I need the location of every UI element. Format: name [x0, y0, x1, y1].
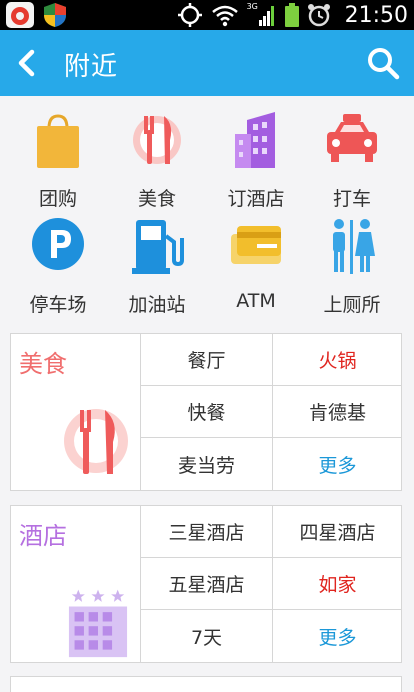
food-card-title: 美食 — [19, 350, 67, 378]
food-option-kfc[interactable]: 肯德基 — [272, 386, 402, 438]
hotel-more-link[interactable]: 更多 — [272, 610, 402, 662]
shortcut-group-buy[interactable]: 团购 — [8, 110, 108, 210]
shopping-bag-icon — [37, 114, 79, 168]
shortcut-label: 上厕所 — [323, 294, 381, 316]
parking-icon — [32, 218, 84, 270]
security-shield-icon — [44, 3, 66, 27]
shortcut-label: 停车场 — [29, 294, 87, 316]
shortcut-label: ATM — [236, 290, 276, 312]
food-option-restaurant[interactable]: 餐厅 — [141, 334, 272, 386]
food-category-card: 美食 餐厅 火锅 快餐 肯德基 麦当劳 更多 — [10, 333, 402, 491]
hotel-option-four-star[interactable]: 四星酒店 — [272, 506, 402, 558]
gps-icon — [177, 3, 202, 27]
hotel-card-title: 酒店 — [19, 522, 67, 550]
taxi-icon — [327, 114, 377, 162]
hotel-card-header[interactable]: 酒店 — [11, 506, 141, 662]
alarm-clock-icon — [307, 4, 330, 27]
shortcut-atm[interactable]: ATM — [206, 216, 306, 316]
shortcut-restroom[interactable]: 上厕所 — [302, 216, 402, 316]
battery-icon — [284, 3, 299, 27]
building-icon — [235, 112, 275, 168]
cutlery-illustration-icon — [64, 409, 128, 474]
shortcut-gas-station[interactable]: 加油站 — [107, 216, 207, 316]
restroom-icon — [333, 219, 375, 274]
food-option-hotpot[interactable]: 火锅 — [272, 334, 402, 386]
shortcut-label: 团购 — [38, 188, 77, 210]
notification-sync-icon — [6, 2, 34, 28]
gas-station-icon — [132, 220, 184, 274]
hotel-building-illustration-icon — [68, 589, 128, 658]
cutlery-icon — [133, 116, 181, 164]
shortcut-hotel[interactable]: 订酒店 — [206, 110, 306, 210]
hotel-option-three-star[interactable]: 三星酒店 — [141, 506, 272, 558]
next-category-card — [10, 676, 402, 692]
title-bar: 附近 — [0, 30, 414, 96]
search-icon[interactable] — [366, 46, 400, 80]
food-card-header[interactable]: 美食 — [11, 334, 141, 490]
shortcut-food[interactable]: 美食 — [107, 110, 207, 210]
hotel-category-card: 酒店 三星酒店 四星酒店 五星酒店 如家 7天 更多 — [10, 505, 402, 663]
hotel-option-7days[interactable]: 7天 — [141, 610, 272, 662]
clock-time: 21:50 — [344, 2, 408, 28]
food-more-link[interactable]: 更多 — [272, 438, 402, 490]
shortcut-taxi[interactable]: 打车 — [302, 110, 402, 210]
food-option-mcdonalds[interactable]: 麦当劳 — [141, 438, 272, 490]
shortcut-label: 加油站 — [128, 294, 186, 316]
hotel-option-five-star[interactable]: 五星酒店 — [141, 558, 272, 610]
atm-card-icon — [231, 226, 281, 264]
page-title: 附近 — [64, 52, 119, 82]
back-arrow-icon[interactable] — [12, 47, 44, 79]
hotel-option-home-inn[interactable]: 如家 — [272, 558, 402, 610]
food-option-fastfood[interactable]: 快餐 — [141, 386, 272, 438]
status-bar: 3G 21:50 — [0, 0, 414, 30]
cell-signal-icon: 3G — [247, 2, 277, 28]
shortcut-label: 打车 — [332, 188, 371, 210]
shortcut-label: 美食 — [137, 188, 176, 210]
shortcut-label: 订酒店 — [227, 188, 285, 210]
wifi-icon — [211, 5, 238, 27]
shortcut-parking[interactable]: 停车场 — [8, 216, 108, 316]
